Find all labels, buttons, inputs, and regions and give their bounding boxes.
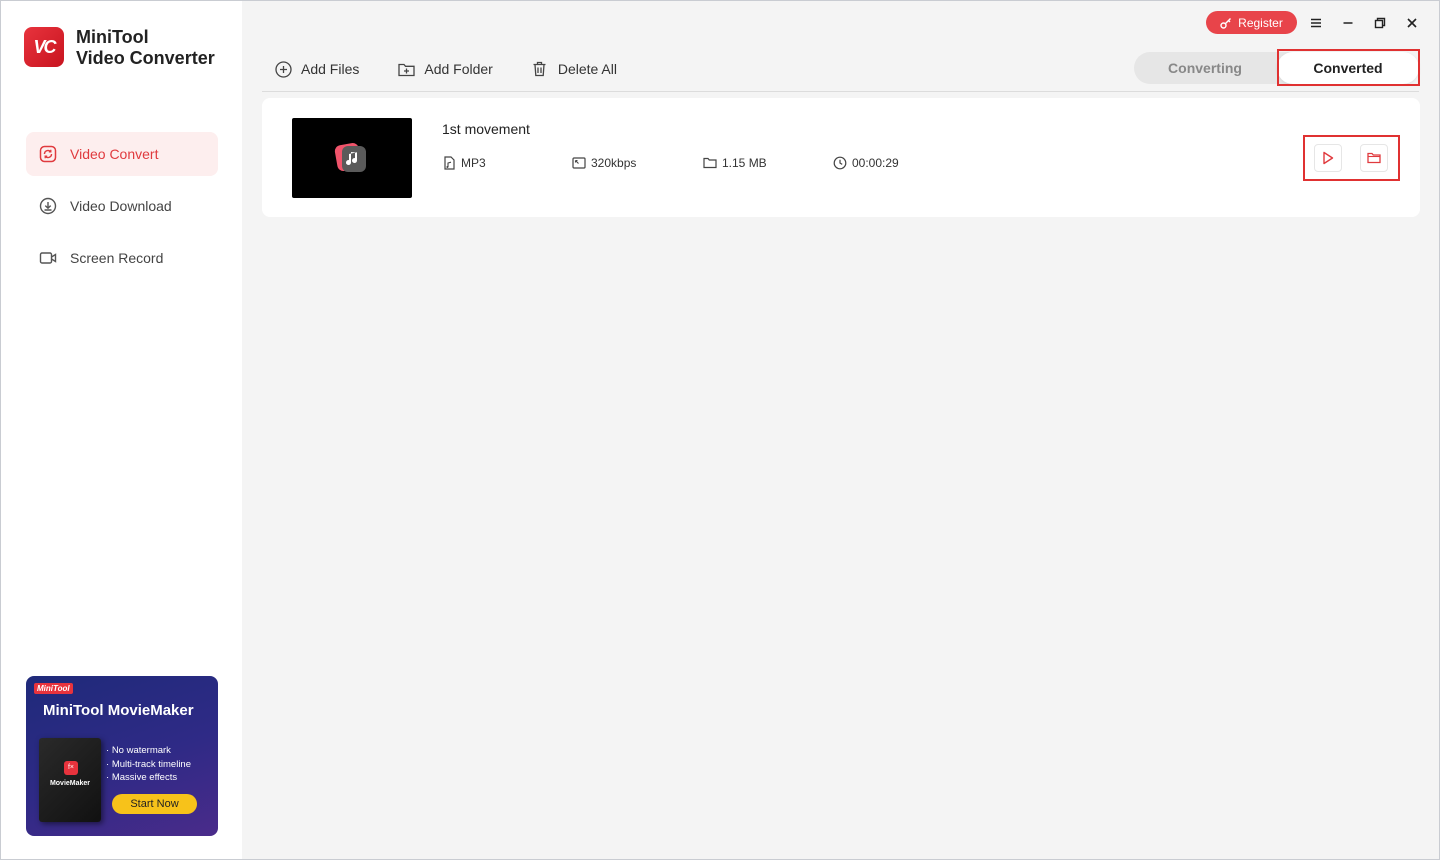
- menu-icon[interactable]: [1306, 13, 1326, 33]
- promo-features: · No watermark · Multi-track timeline · …: [106, 744, 191, 785]
- highlight-box-converted-tab: [1277, 49, 1420, 86]
- file-size: 1.15 MB: [703, 156, 767, 170]
- close-icon[interactable]: [1402, 13, 1422, 33]
- start-now-button[interactable]: Start Now: [112, 794, 197, 814]
- add-folder-button[interactable]: Add Folder: [397, 59, 493, 79]
- sidebar-item-screen-record[interactable]: Screen Record: [26, 236, 218, 280]
- promo-box-caption: MovieMaker: [49, 780, 91, 787]
- music-note-icon: [334, 143, 366, 172]
- highlight-box-actions: [1303, 135, 1400, 181]
- converted-file-card: 1st movement MP3 320kbps 1.15 MB 00:00:2…: [262, 98, 1420, 217]
- audio-file-icon: [442, 156, 456, 170]
- register-button[interactable]: Register: [1206, 11, 1297, 34]
- sidebar-item-label: Video Convert: [70, 146, 159, 162]
- add-folder-icon: [397, 60, 415, 78]
- duration-value: 00:00:29: [852, 156, 899, 170]
- format-value: MP3: [461, 156, 486, 170]
- file-title: 1st movement: [442, 121, 530, 137]
- app-title-line1: MiniTool: [76, 27, 149, 47]
- convert-icon: [38, 144, 58, 164]
- bitrate-value: 320kbps: [591, 156, 637, 170]
- minimize-icon[interactable]: [1338, 13, 1358, 33]
- toolbar: Add Files Add Folder Delete All: [274, 59, 655, 79]
- promo-brand: MiniTool: [34, 683, 73, 694]
- restore-icon[interactable]: [1370, 13, 1390, 33]
- promo-feature: · No watermark: [106, 745, 171, 756]
- register-label: Register: [1238, 15, 1283, 30]
- add-files-label: Add Files: [301, 61, 360, 77]
- download-icon: [38, 196, 58, 216]
- app-logo: VC: [24, 27, 64, 67]
- moviemaker-box-image: f× MovieMaker: [39, 738, 101, 822]
- file-format: MP3: [442, 156, 486, 170]
- sidebar-item-label: Screen Record: [70, 250, 164, 266]
- file-bitrate: 320kbps: [572, 156, 636, 170]
- sidebar-nav: Video Convert Video Download Screen Reco…: [26, 132, 218, 288]
- add-files-button[interactable]: Add Files: [274, 59, 359, 79]
- trash-icon: [531, 60, 549, 78]
- logo-text: VC: [33, 36, 56, 57]
- main-panel: Register Add Files Add Folder Delete All…: [242, 1, 1439, 859]
- clock-icon: [833, 156, 847, 170]
- folder-icon: [703, 156, 717, 170]
- delete-all-button[interactable]: Delete All: [531, 59, 617, 79]
- app-title: MiniTool Video Converter: [76, 27, 215, 69]
- moviemaker-promo-banner[interactable]: MiniTool MiniTool MovieMaker f× MovieMak…: [26, 676, 218, 836]
- delete-all-label: Delete All: [557, 61, 617, 77]
- promo-feature: · Massive effects: [106, 772, 178, 783]
- add-circle-icon: [274, 60, 292, 78]
- moviemaker-logo-icon: f×: [64, 761, 78, 775]
- tab-converting[interactable]: Converting: [1134, 52, 1276, 84]
- sidebar-item-label: Video Download: [70, 198, 172, 214]
- key-icon: [1220, 17, 1232, 29]
- file-thumbnail: [292, 118, 412, 198]
- size-value: 1.15 MB: [722, 156, 767, 170]
- divider: [262, 91, 1419, 92]
- sidebar: VC MiniTool Video Converter Video Conver…: [1, 1, 242, 859]
- promo-title: MiniTool MovieMaker: [43, 702, 194, 719]
- add-folder-label: Add Folder: [424, 61, 493, 77]
- file-duration: 00:00:29: [833, 156, 899, 170]
- camera-icon: [38, 248, 58, 268]
- app-title-line2: Video Converter: [76, 48, 215, 68]
- sidebar-item-video-download[interactable]: Video Download: [26, 184, 218, 228]
- promo-feature: · Multi-track timeline: [106, 758, 191, 770]
- sidebar-item-video-convert[interactable]: Video Convert: [26, 132, 218, 176]
- app-window: VC MiniTool Video Converter Video Conver…: [0, 0, 1440, 860]
- resolution-icon: [572, 156, 586, 170]
